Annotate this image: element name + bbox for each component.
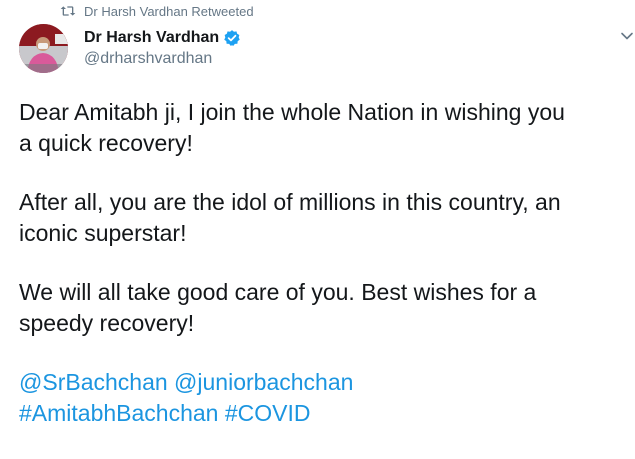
mention-link[interactable]: @juniorbachchan	[174, 369, 353, 395]
tweet-line: a quick recovery!	[19, 130, 193, 156]
hashtag-link[interactable]: #COVID	[225, 400, 311, 426]
hashtag-link[interactable]: #AmitabhBachchan	[19, 400, 218, 426]
tweet-line: speedy recovery!	[19, 310, 195, 336]
display-name[interactable]: Dr Harsh Vardhan	[84, 29, 219, 47]
tweet-text: Dear Amitabh ji, I join the whole Nation…	[19, 97, 629, 429]
avatar-photo	[19, 24, 68, 73]
retweet-context: Dr Harsh Vardhan Retweeted	[60, 2, 254, 20]
tweet-paragraph-2: After all, you are the idol of millions …	[19, 187, 629, 249]
mentions-line: @SrBachchan @juniorbachchan	[19, 367, 629, 398]
tweet-line: After all, you are the idol of millions …	[19, 189, 561, 215]
handle[interactable]: @drharshvardhan	[84, 50, 241, 68]
mention-link[interactable]: @SrBachchan	[19, 369, 168, 395]
chevron-down-icon[interactable]	[619, 28, 635, 44]
tweet-line: Dear Amitabh ji, I join the whole Nation…	[19, 99, 565, 125]
retweet-label[interactable]: Dr Harsh Vardhan Retweeted	[84, 4, 254, 19]
tweet-line: iconic superstar!	[19, 220, 187, 246]
name-row: Dr Harsh Vardhan	[84, 28, 241, 48]
tweet-paragraph-3: We will all take good care of you. Best …	[19, 277, 629, 339]
tweet-paragraph-1: Dear Amitabh ji, I join the whole Nation…	[19, 97, 629, 159]
tweet-header: Dr Harsh Vardhan @drharshvardhan	[84, 28, 241, 68]
retweet-icon	[60, 6, 76, 16]
tweet-tags: @SrBachchan @juniorbachchan #AmitabhBach…	[19, 367, 629, 429]
avatar[interactable]	[19, 24, 68, 73]
hashtags-line: #AmitabhBachchan #COVID	[19, 398, 629, 429]
tweet-line: We will all take good care of you. Best …	[19, 279, 537, 305]
verified-icon	[224, 30, 240, 46]
